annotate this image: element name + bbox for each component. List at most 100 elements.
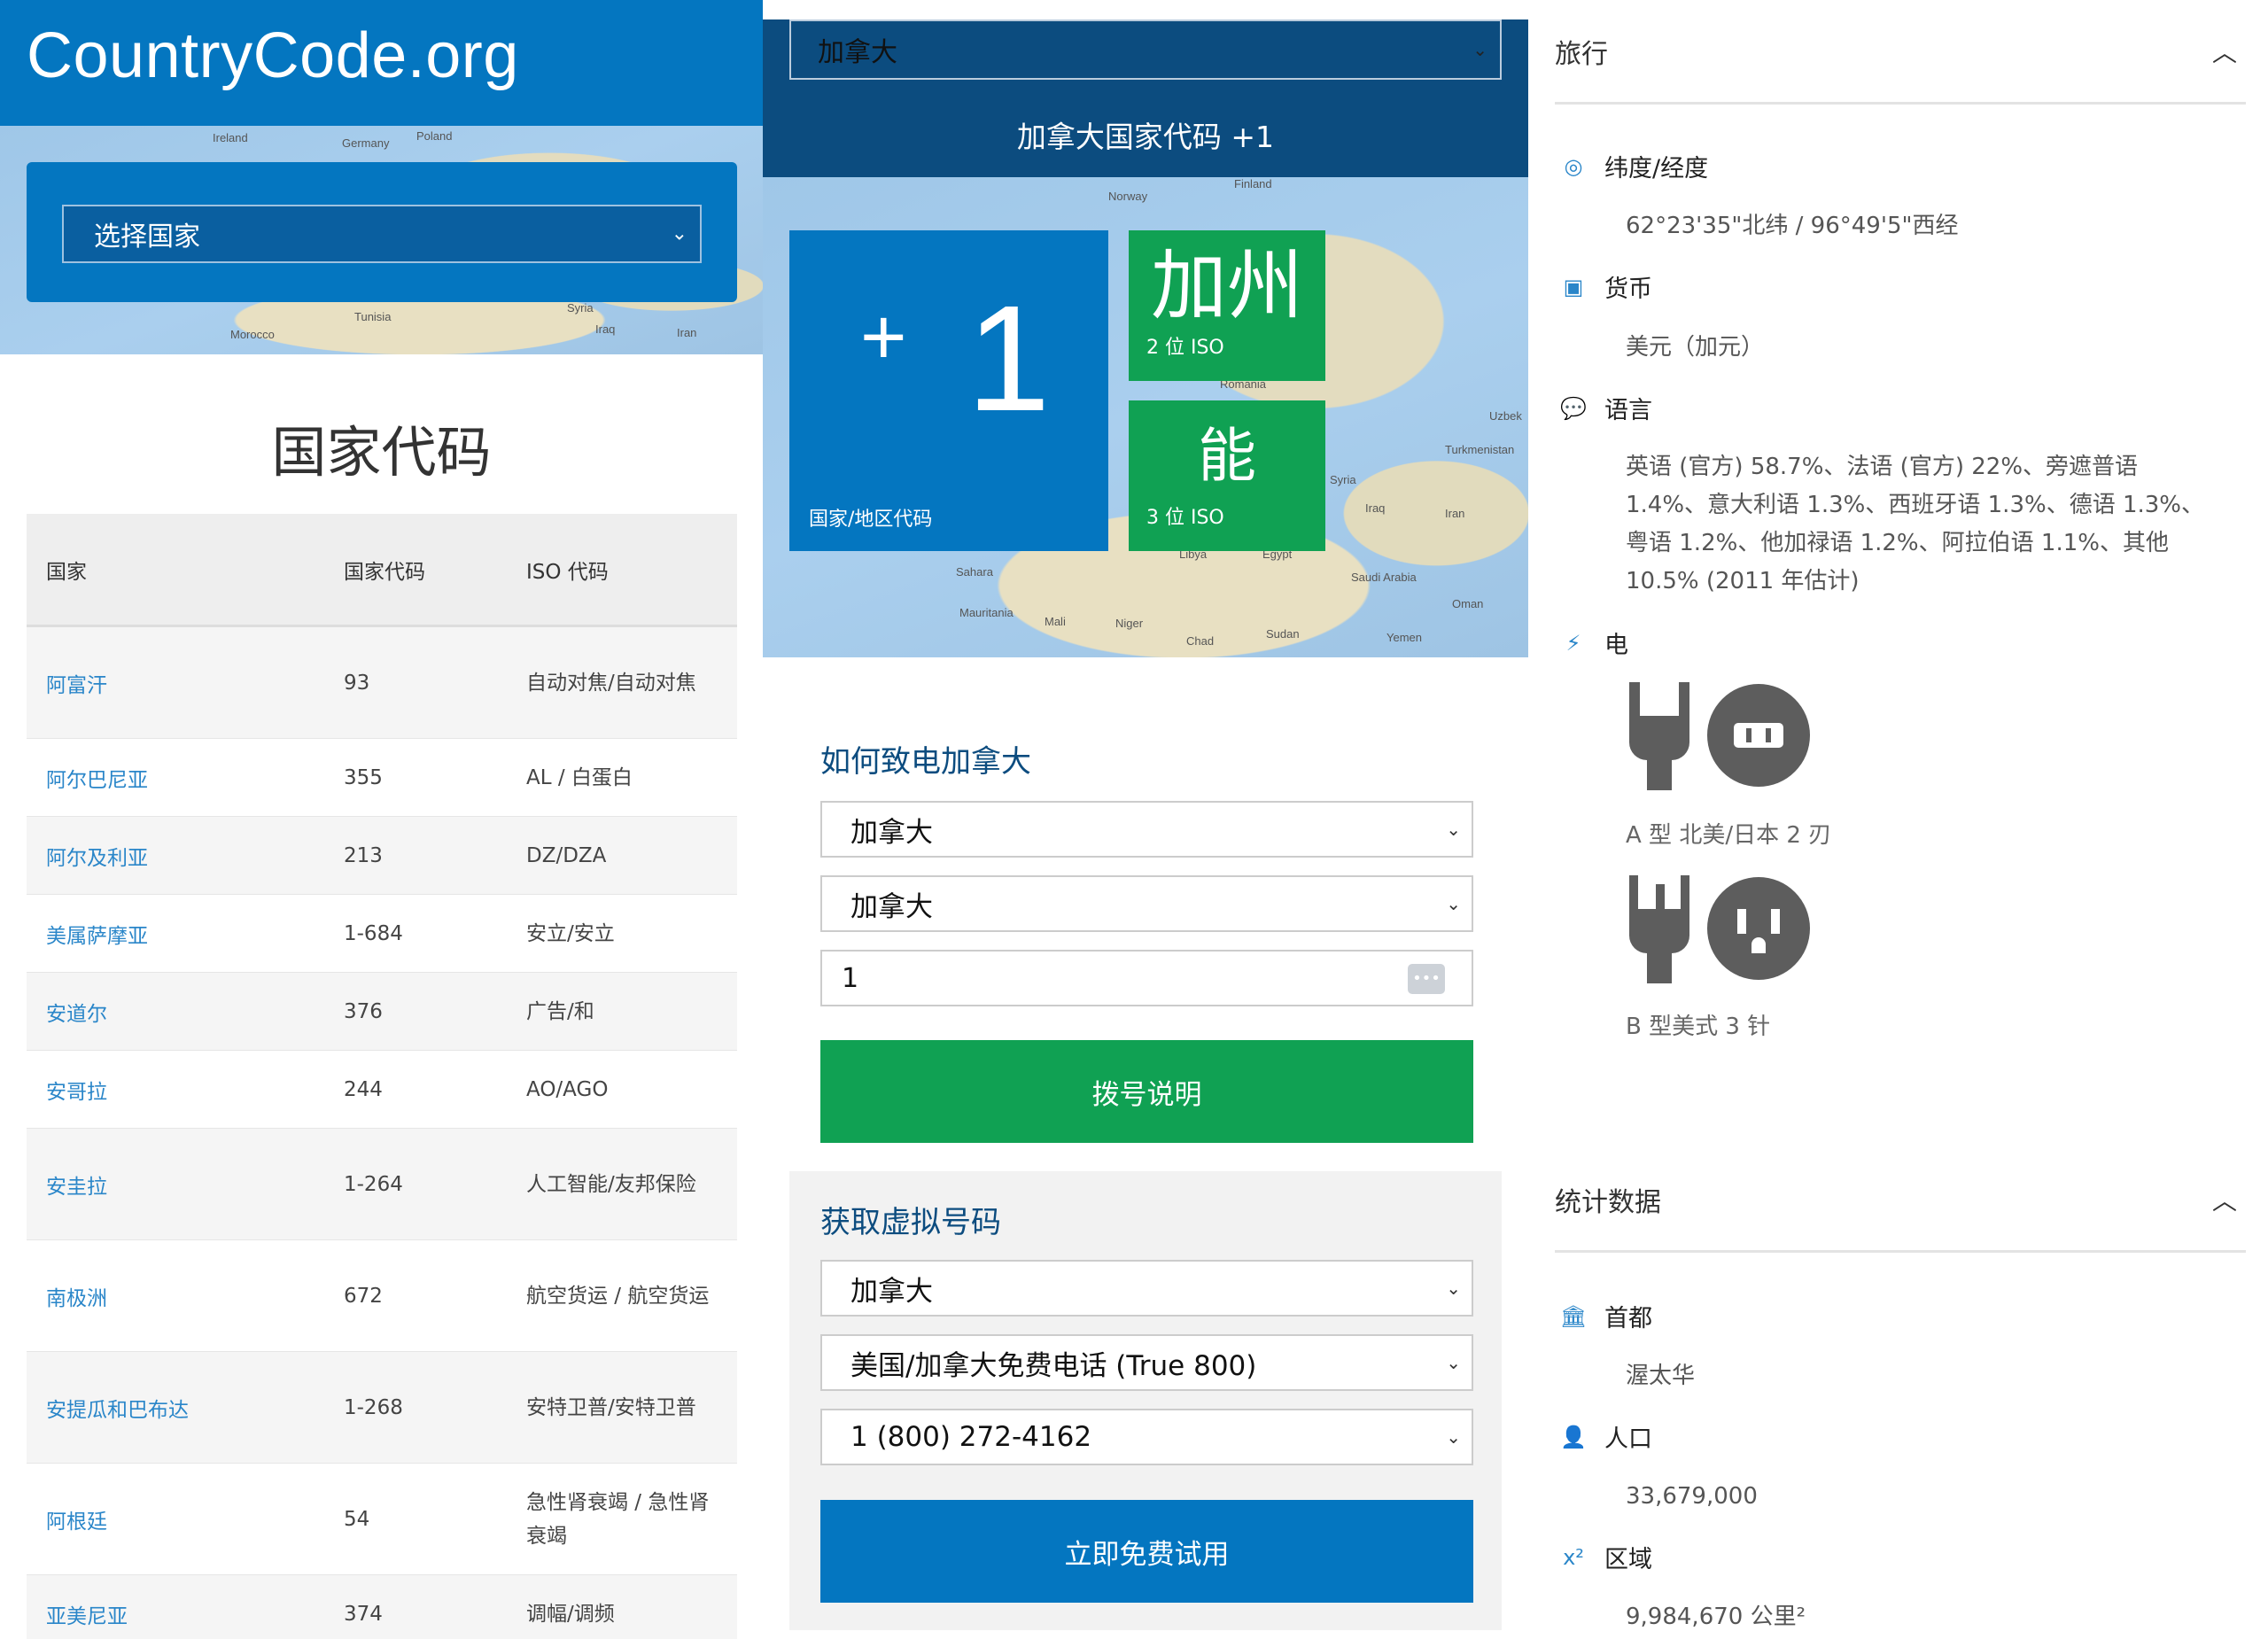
map-label: Turkmenistan (1445, 443, 1515, 456)
country-select-top[interactable]: 加拿大 ⌄ (789, 19, 1502, 80)
chevron-up-icon: ︿ (2211, 37, 2237, 67)
map-label: Iran (1445, 507, 1465, 520)
latlng-label: 纬度/经度 (1604, 155, 1709, 183)
country-link[interactable]: 阿尔巴尼亚 (27, 763, 344, 793)
country-code-cell: 93 (344, 671, 370, 695)
country-link[interactable]: 阿根廷 (27, 1504, 344, 1534)
electric-row: ⚡ 电 (1555, 625, 1628, 660)
currency-label: 货币 (1604, 276, 1652, 303)
iso-code-cell: 航空货运 / 航空货运 (526, 1284, 710, 1308)
free-trial-button[interactable]: 立即免费试用 (820, 1500, 1473, 1603)
table-header: 国家 国家代码 ISO 代码 (27, 514, 737, 627)
table-row: 安圭拉 1-264 人工智能/友邦保险 (27, 1129, 737, 1240)
country-select-top-value: 加拿大 (818, 37, 897, 68)
currency-value: 美元（加元） (1626, 334, 1765, 361)
country-code-heading: 加拿大国家代码 +1 (1016, 120, 1275, 154)
travel-accordion-header[interactable]: 旅行 ︿ (1555, 0, 2246, 105)
code-label: 国家/地区代码 (809, 509, 933, 531)
area-label: 区域 (1604, 1546, 1652, 1573)
plug-a-icon (1626, 682, 1697, 790)
country-code-cell: 1-684 (344, 921, 403, 945)
table-row: 阿根廷 54 急性肾衰竭 / 急性肾衰竭 (27, 1464, 737, 1575)
map-label: Mali (1045, 615, 1066, 628)
country-link[interactable]: 亚美尼亚 (27, 1599, 344, 1629)
iso-code-cell: 急性肾衰竭 / 急性肾衰竭 (526, 1490, 710, 1548)
map-label: Saudi Arabia (1351, 571, 1417, 584)
country-code-cell: 355 (344, 765, 383, 789)
iso-code-cell: 安特卫普/安特卫普 (526, 1395, 696, 1419)
country-table: 国家 国家代码 ISO 代码 阿富汗 93 自动对焦/自动对焦阿尔巴尼亚 355 AL … (27, 514, 737, 1639)
virtual-type-select[interactable]: 美国/加拿大免费电话 (True 800) ⌄ (820, 1334, 1473, 1391)
map-label: Germany (342, 136, 390, 150)
population-label: 人口 (1604, 1425, 1652, 1453)
chat-icon: 💬 (1560, 395, 1587, 421)
country-code-cell: 54 (344, 1507, 370, 1531)
map-label: Iran (677, 326, 697, 339)
latlng-row: ◎ 纬度/经度 (1555, 149, 1709, 183)
country-link[interactable]: 安圭拉 (27, 1169, 344, 1200)
virtual-type-value: 美国/加拿大免费电话 (True 800) (850, 1349, 1257, 1382)
phone-number-input[interactable]: 1 ••• (820, 950, 1473, 1006)
how-to-call-title: 如何致电加拿大 (820, 744, 1031, 780)
site-header: CountryCode.org (0, 0, 763, 126)
map-label: Oman (1452, 597, 1484, 610)
site-logo[interactable]: CountryCode.org (27, 19, 519, 92)
country-code-cell: 244 (344, 1077, 383, 1101)
map-label: Sudan (1266, 627, 1300, 641)
iso2-label: 2 位 ISO (1146, 337, 1224, 359)
country-info-panel: 旅行 ︿ ◎ 纬度/经度 62°23'35"北纬 / 96°49'5"西经 ▣ … (1528, 0, 2268, 1639)
country-link[interactable]: 南极洲 (27, 1281, 344, 1311)
country-link[interactable]: 阿尔及利亚 (27, 841, 344, 871)
country-link[interactable]: 阿富汗 (27, 668, 344, 698)
country-select[interactable]: 选择国家 ⌄ (62, 205, 702, 263)
money-icon: ▣ (1563, 274, 1584, 299)
header-code: 国家代码 (344, 560, 425, 584)
country-code-cell: 213 (344, 843, 383, 867)
crosshair-icon: ◎ (1564, 153, 1583, 179)
iso2-value: 加州 (1151, 242, 1303, 330)
call-to-select[interactable]: 加拿大 ⌄ (820, 875, 1473, 932)
country-link[interactable]: 安哥拉 (27, 1075, 344, 1105)
map-label: Yemen (1386, 631, 1422, 644)
page-title: 国家代码 (271, 420, 492, 485)
country-link[interactable]: 安道尔 (27, 997, 344, 1027)
call-to-value: 加拿大 (850, 890, 933, 923)
chevron-down-icon: ⌄ (1446, 1352, 1461, 1373)
country-select-box: 选择国家 ⌄ (27, 162, 737, 302)
iso-code-cell: AO/AGO (526, 1077, 609, 1101)
stats-title: 统计数据 (1555, 1186, 1661, 1218)
plug-icon: ⚡ (1565, 630, 1581, 656)
chevron-up-icon: ︿ (2211, 1185, 2237, 1216)
country-code-tile: + 1 国家/地区代码 (789, 230, 1108, 551)
map-label: Ireland (213, 131, 248, 144)
currency-row: ▣ 货币 (1555, 269, 1652, 304)
chevron-down-icon: ⌄ (1446, 819, 1461, 840)
map-label: Niger (1115, 617, 1144, 630)
header-country: 国家 (46, 560, 87, 584)
map-label: Iraq (1365, 501, 1386, 515)
iso-code-cell: AL / 白蛋白 (526, 765, 633, 789)
map-label: Tunisia (354, 310, 392, 323)
virtual-number-select[interactable]: 1 (800) 272-4162 ⌄ (820, 1409, 1473, 1465)
iso-code-cell: 自动对焦/自动对焦 (526, 671, 696, 695)
map-label: Poland (416, 129, 453, 143)
superscript-icon: x² (1563, 1544, 1584, 1570)
code-plus: + (860, 293, 907, 382)
virtual-country-select[interactable]: 加拿大 ⌄ (820, 1260, 1473, 1317)
table-row: 亚美尼亚 374 调幅/调频 (27, 1575, 737, 1639)
country-link[interactable]: 安提瓜和巴布达 (27, 1393, 344, 1423)
iso3-value: 能 (1198, 422, 1256, 490)
country-select-value: 选择国家 (94, 221, 200, 252)
chevron-down-icon: ⌄ (1446, 1426, 1461, 1448)
map-label: Uzbek (1489, 409, 1522, 423)
stats-accordion-header[interactable]: 统计数据 ︿ (1555, 1148, 2246, 1253)
dialing-instructions-button[interactable]: 拨号说明 (820, 1040, 1473, 1143)
socket-a-icon (1707, 684, 1810, 787)
table-row: 美属萨摩亚 1-684 安立/安立 (27, 895, 737, 973)
call-from-select[interactable]: 加拿大 ⌄ (820, 801, 1473, 858)
map-label: Chad (1186, 634, 1215, 648)
table-row: 阿尔巴尼亚 355 AL / 白蛋白 (27, 739, 737, 817)
keyboard-icon[interactable]: ••• (1408, 964, 1445, 994)
country-detail-panel: 加拿大 ⌄ 加拿大国家代码 +1 Norway Finland Romania … (763, 0, 1528, 1639)
country-link[interactable]: 美属萨摩亚 (27, 919, 344, 949)
